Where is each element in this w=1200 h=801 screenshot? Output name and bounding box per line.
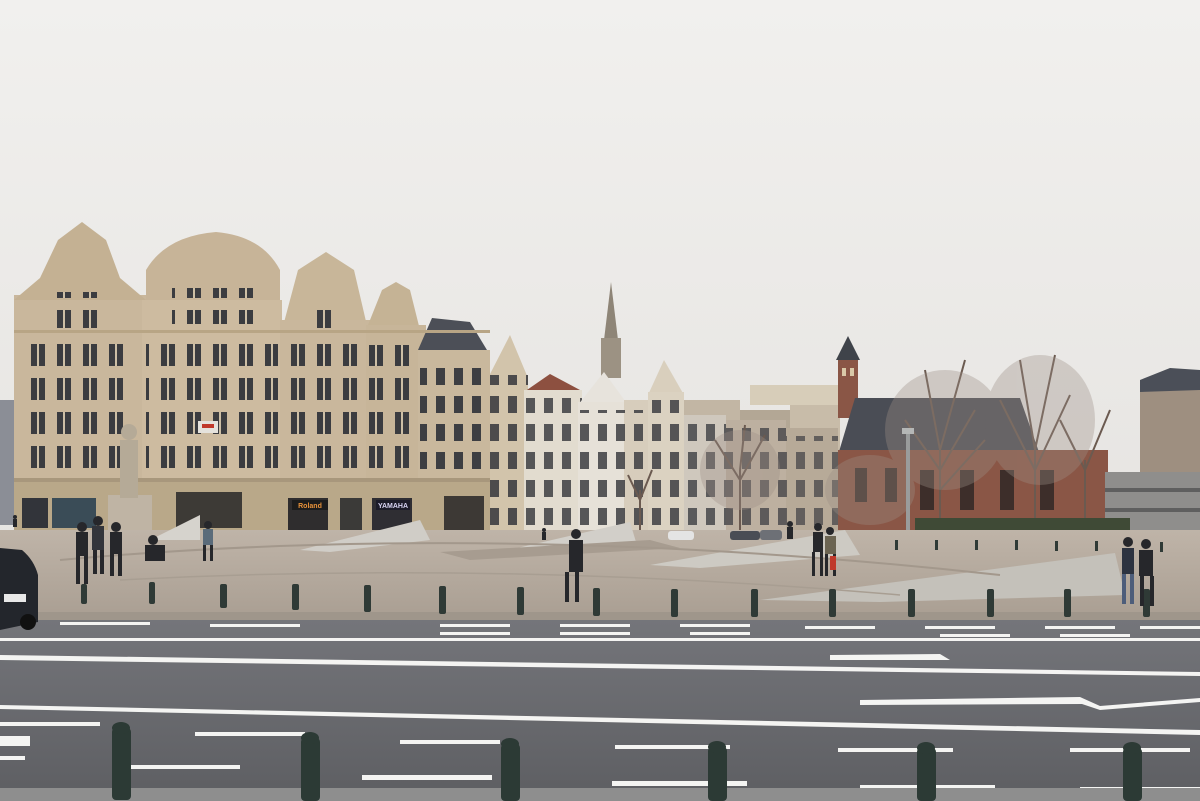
yamaha-sign: YAMAHA (378, 503, 408, 510)
person (787, 521, 793, 539)
person (542, 528, 546, 540)
city-square-scene: Roland YAMAHA (0, 0, 1200, 801)
person (13, 515, 17, 527)
bottom-sidewalk (0, 788, 1200, 801)
roland-sign: Roland (298, 503, 322, 510)
